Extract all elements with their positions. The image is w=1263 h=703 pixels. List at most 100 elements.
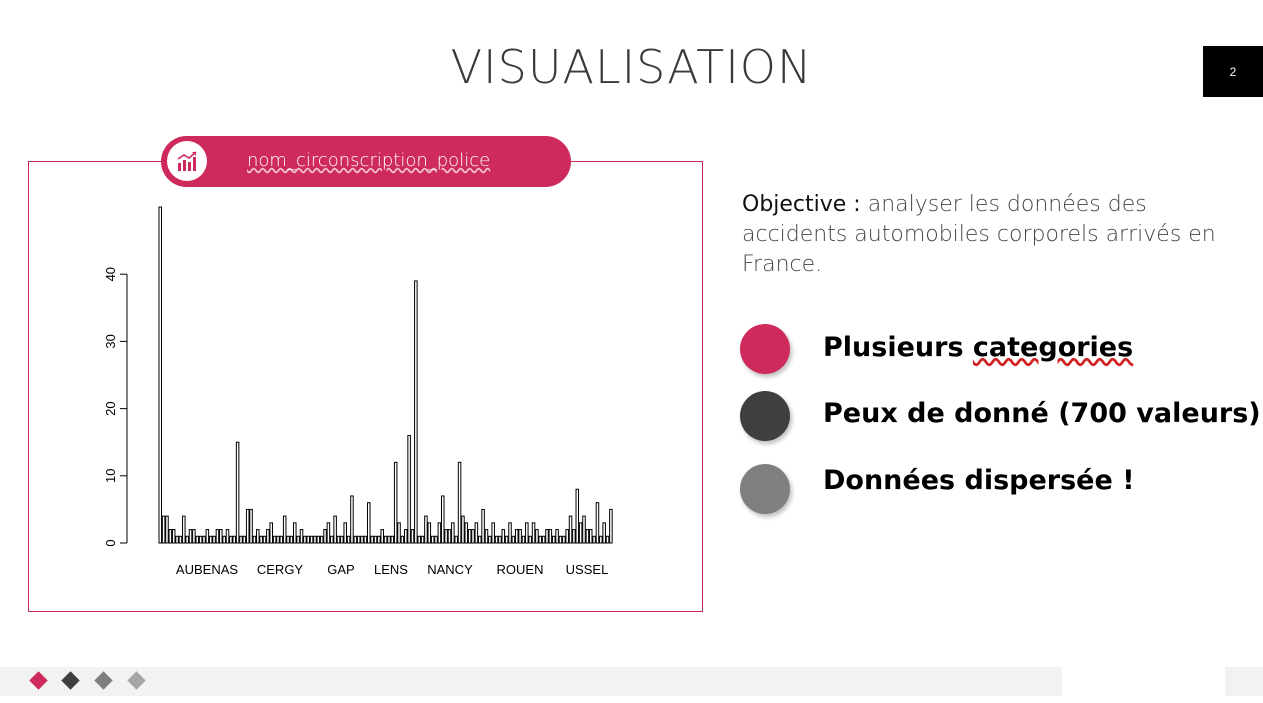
bar xyxy=(609,508,613,544)
bullet-text: Plusieurs categories xyxy=(823,332,1134,363)
bar xyxy=(219,529,223,544)
bar xyxy=(575,488,580,544)
y-tick-label: 10 xyxy=(103,469,118,483)
bullet-text: Peux de donné (700 valeurs) xyxy=(823,398,1261,429)
bar xyxy=(319,535,324,544)
x-tick-label: LENS xyxy=(374,562,408,577)
bar xyxy=(330,535,334,544)
bar xyxy=(602,522,606,544)
footer-bar-right xyxy=(1225,667,1263,696)
bar xyxy=(447,529,452,544)
bar xyxy=(276,535,280,544)
bar xyxy=(259,535,263,544)
bar xyxy=(262,535,267,544)
bar xyxy=(309,535,314,544)
x-tick-label: ROUEN xyxy=(497,562,544,577)
bar xyxy=(296,535,300,544)
bar xyxy=(188,529,193,544)
bar xyxy=(541,535,546,544)
bar xyxy=(293,522,297,544)
bar xyxy=(572,529,576,544)
bar xyxy=(407,434,411,544)
bar xyxy=(457,461,462,544)
x-tick-label: AUBENAS xyxy=(176,562,238,577)
bar xyxy=(467,529,472,544)
bar xyxy=(383,535,388,544)
bar xyxy=(454,535,458,544)
bar xyxy=(595,502,600,544)
bar xyxy=(393,461,398,544)
bar xyxy=(404,529,408,544)
bar xyxy=(175,535,179,544)
bar-chart: 0 10 20 30 40 AUBENAS CERGY GAP LENS NANCY ROUEN US… xyxy=(103,206,613,577)
bar xyxy=(343,522,347,544)
bar xyxy=(555,529,559,544)
bar xyxy=(178,535,183,544)
chart-variable-label: nom_circonscription_police xyxy=(247,150,491,171)
bar xyxy=(410,529,415,544)
bullet-dot-icon xyxy=(740,324,790,374)
bar xyxy=(340,535,344,544)
bar xyxy=(195,535,200,544)
bar xyxy=(266,529,270,544)
y-tick-label: 40 xyxy=(103,267,118,281)
bar xyxy=(390,535,395,544)
bar xyxy=(245,508,250,544)
bar xyxy=(360,535,364,544)
bar xyxy=(424,515,428,544)
bar xyxy=(387,535,391,544)
bar xyxy=(494,535,499,544)
bar xyxy=(437,522,442,544)
bar xyxy=(440,495,445,544)
bar xyxy=(252,535,257,544)
bar xyxy=(380,529,384,544)
bar xyxy=(578,522,583,544)
bar xyxy=(303,535,307,544)
bar xyxy=(521,535,526,544)
bar xyxy=(528,535,532,544)
bar xyxy=(367,502,371,544)
bar xyxy=(562,535,566,544)
bar xyxy=(477,535,482,544)
bar xyxy=(212,535,216,544)
bar xyxy=(370,535,374,544)
objective-label: Objective : xyxy=(742,192,861,217)
y-tick-label: 20 xyxy=(103,401,118,415)
bar xyxy=(198,535,203,544)
bar xyxy=(514,529,519,544)
bar xyxy=(565,529,569,544)
bar xyxy=(222,535,226,544)
chart-panel: 0 10 20 30 40 AUBENAS CERGY GAP LENS NANCY ROUEN US… xyxy=(28,161,703,612)
bar xyxy=(504,535,509,544)
bar xyxy=(225,529,230,544)
bar xyxy=(373,535,378,544)
bar xyxy=(168,529,173,544)
bar xyxy=(171,529,176,544)
bar xyxy=(535,529,539,544)
bar xyxy=(356,535,361,544)
bar xyxy=(481,508,485,544)
bar xyxy=(430,535,435,544)
bar xyxy=(508,522,512,544)
x-tick-label: CERGY xyxy=(257,562,304,577)
bar xyxy=(256,529,260,544)
bar xyxy=(417,535,421,544)
bar xyxy=(235,441,240,544)
bar xyxy=(551,535,556,544)
bar xyxy=(525,522,529,544)
bar xyxy=(464,522,469,544)
bar xyxy=(185,535,189,544)
y-tick-label: 0 xyxy=(103,539,118,546)
bar xyxy=(333,515,337,544)
footer-bar xyxy=(0,667,1062,696)
bar xyxy=(488,535,492,544)
bar xyxy=(306,535,310,544)
bar xyxy=(484,529,489,544)
bar xyxy=(548,529,553,544)
bar xyxy=(192,529,196,544)
bar xyxy=(427,522,432,544)
bar xyxy=(471,529,475,544)
chart-growth-icon xyxy=(167,141,207,181)
bar xyxy=(585,529,590,544)
bar xyxy=(242,535,247,544)
